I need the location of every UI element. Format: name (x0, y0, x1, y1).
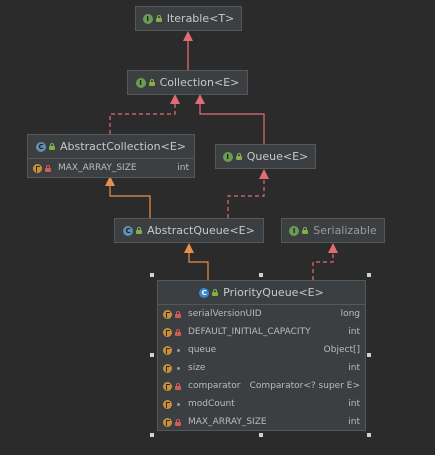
package-private-icon (175, 347, 182, 354)
lock-icon (175, 382, 182, 390)
interface-icon: I (222, 151, 233, 162)
lock-icon (155, 15, 162, 22)
interface-icon: I (142, 13, 153, 24)
field-icon (163, 327, 172, 337)
node-iterable[interactable]: I Iterable<T> (135, 6, 242, 31)
field-name: serialVersionUID (188, 309, 262, 319)
field-type: long (340, 309, 360, 319)
field-row[interactable]: queue Object[] (158, 341, 365, 359)
node-priorityqueue-name: PriorityQueue<E> (223, 286, 324, 299)
node-iterable-header: I Iterable<T> (136, 7, 241, 30)
field-icon (163, 381, 172, 391)
interface-icon: I (135, 77, 146, 88)
lock-icon (212, 289, 219, 296)
field-row[interactable]: MAX_ARRAY_SIZE int (158, 413, 365, 431)
field-name: MAX_ARRAY_SIZE (58, 163, 137, 173)
field-name: DEFAULT_INITIAL_CAPACITY (188, 327, 311, 337)
lock-icon (45, 164, 52, 172)
node-queue[interactable]: I Queue<E> (215, 144, 316, 169)
edge-abstractqueue-queue (227, 169, 269, 218)
lock-icon (235, 153, 242, 160)
lock-icon (175, 310, 182, 318)
node-collection[interactable]: I Collection<E> (127, 70, 248, 95)
field-row[interactable]: DEFAULT_INITIAL_CAPACITY int (158, 323, 365, 341)
edge-collection-iterable (183, 31, 193, 71)
selection-handle[interactable] (150, 353, 154, 357)
field-type: int (348, 417, 360, 427)
node-abstractqueue-header: C AbstractQueue<E> (115, 219, 263, 242)
node-serializable[interactable]: I Serializable (281, 218, 385, 243)
uml-diagram-canvas: I Iterable<T> I Collection<E> C Abstract… (0, 0, 435, 455)
selection-handle[interactable] (150, 433, 154, 437)
lock-icon (175, 418, 182, 426)
field-name: queue (188, 345, 217, 355)
abstract-class-icon: C (123, 225, 134, 236)
node-collection-name: Collection<E> (159, 76, 240, 89)
node-iterable-name: Iterable<T> (166, 12, 235, 25)
field-name: comparator (188, 381, 241, 391)
field-row[interactable]: comparator Comparator<? super E> (158, 377, 365, 395)
lock-icon (148, 79, 155, 86)
lock-icon (49, 143, 56, 150)
field-icon (163, 309, 172, 319)
node-abstractqueue[interactable]: C AbstractQueue<E> (114, 218, 264, 243)
field-name: MAX_ARRAY_SIZE (188, 417, 267, 427)
lock-icon (302, 227, 309, 234)
selection-handle[interactable] (150, 273, 154, 277)
field-row[interactable]: serialVersionUID long (158, 305, 365, 323)
field-name: size (188, 363, 206, 373)
selection-handle[interactable] (259, 433, 263, 437)
field-row[interactable]: modCount int (158, 395, 365, 413)
field-type: int (348, 399, 360, 409)
field-icon (163, 399, 172, 409)
selection-handle[interactable] (367, 353, 371, 357)
node-priorityqueue-header: C PriorityQueue<E> (158, 281, 365, 304)
field-icon (163, 363, 172, 373)
field-icon (163, 417, 172, 427)
abstract-class-icon: C (36, 141, 47, 152)
interface-icon: I (289, 225, 300, 236)
field-name: modCount (188, 399, 235, 409)
field-icon (33, 163, 42, 173)
field-type: int (177, 163, 189, 173)
field-row[interactable]: MAX_ARRAY_SIZE int (28, 159, 194, 177)
field-type: int (348, 363, 360, 373)
node-abstractcollection-header: C AbstractCollection<E> (28, 135, 194, 158)
selection-handle[interactable] (259, 273, 263, 277)
selection-handle[interactable] (367, 433, 371, 437)
package-private-icon (175, 401, 182, 408)
field-type: Comparator<? super E> (249, 381, 360, 391)
lock-icon (136, 227, 143, 234)
edge-abstractqueue-abstractcollection (105, 176, 151, 218)
node-queue-name: Queue<E> (246, 150, 309, 163)
field-row[interactable]: size int (158, 359, 365, 377)
node-queue-header: I Queue<E> (216, 145, 315, 168)
field-type: int (348, 327, 360, 337)
lock-icon (175, 328, 182, 336)
node-abstractcollection-name: AbstractCollection<E> (60, 140, 186, 153)
selection-handle[interactable] (367, 273, 371, 277)
node-abstractqueue-name: AbstractQueue<E> (147, 224, 255, 237)
package-private-icon (175, 365, 182, 372)
edge-priorityqueue-serializable (312, 243, 338, 280)
field-type: Object[] (323, 345, 360, 355)
edge-queue-collection (195, 94, 265, 144)
node-serializable-name: Serializable (313, 224, 377, 237)
node-serializable-header: I Serializable (282, 219, 384, 242)
node-collection-header: I Collection<E> (128, 71, 247, 94)
node-abstractcollection[interactable]: C AbstractCollection<E> MAX_ARRAY_SIZE i… (27, 134, 195, 178)
edge-abstractcollection-collection (109, 94, 180, 134)
field-icon (163, 345, 172, 355)
node-priorityqueue[interactable]: C PriorityQueue<E> serialVersionUID long… (157, 280, 366, 431)
class-icon: C (199, 287, 210, 298)
edge-priorityqueue-abstractqueue (184, 243, 209, 280)
